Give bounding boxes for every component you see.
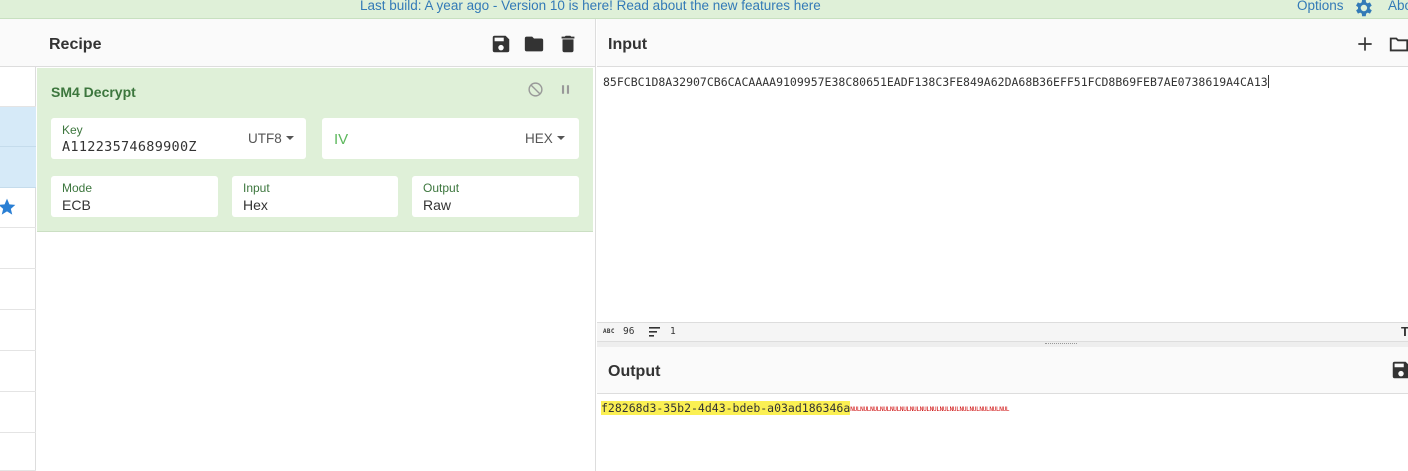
- operations-category-item[interactable]: [0, 228, 36, 269]
- mode-value: ECB: [62, 197, 91, 213]
- gear-icon[interactable]: [1352, 0, 1374, 19]
- output-text[interactable]: f28268d3-35b2-4d43-bdeb-a03ad186346aNULN…: [601, 401, 1010, 415]
- operations-category-item[interactable]: [0, 147, 36, 188]
- input-format-label: Input: [243, 181, 270, 195]
- input-format-value: Hex: [243, 197, 268, 213]
- folder-icon[interactable]: [523, 33, 545, 55]
- input-lines: 1: [670, 326, 676, 337]
- output-format-value: Raw: [423, 197, 452, 213]
- iv-encoding-dropdown[interactable]: HEX: [525, 131, 565, 146]
- about-link[interactable]: Abo: [1388, 0, 1408, 12]
- operations-category-item[interactable]: [0, 433, 36, 471]
- output-highlight: f28268d3-35b2-4d43-bdeb-a03ad186346a: [601, 401, 851, 415]
- input-pane: Input 85FCBC1D8A32907CB6CACAAAA9109957E3…: [597, 19, 1408, 322]
- output-nul-chars: NULNULNULNULNULNULNULNULNULNULNULNULNULN…: [850, 406, 1010, 413]
- output-format-label: Output: [423, 181, 460, 195]
- operations-favourites-item[interactable]: [0, 188, 36, 228]
- input-textarea[interactable]: 85FCBC1D8A32907CB6CACAAAA9109957E38C8065…: [603, 75, 1269, 89]
- font-icon[interactable]: T: [1401, 324, 1408, 339]
- output-format-select[interactable]: Output Raw: [412, 176, 579, 217]
- key-label: Key: [62, 123, 83, 137]
- recipe-title: Recipe: [49, 36, 102, 53]
- lines-icon: [649, 327, 660, 337]
- options-link[interactable]: Options: [1297, 0, 1344, 12]
- recipe-pane: Recipe SM4 Decrypt Key A11223574689900Z …: [36, 19, 596, 471]
- operation-title: SM4 Decrypt: [51, 84, 136, 100]
- sm4-decrypt-operation[interactable]: SM4 Decrypt Key A11223574689900Z UTF8 IV…: [37, 68, 593, 232]
- operations-header: [0, 19, 36, 67]
- mode-select[interactable]: Mode ECB: [51, 176, 218, 217]
- input-length: 96: [623, 326, 635, 337]
- iv-placeholder[interactable]: IV: [334, 131, 348, 148]
- operations-category-item[interactable]: [0, 310, 36, 351]
- recipe-header: Recipe: [36, 19, 595, 67]
- operations-list: [0, 19, 36, 471]
- length-icon: ABC: [603, 328, 615, 335]
- divider-grip[interactable]: [1045, 343, 1077, 345]
- key-field[interactable]: Key A11223574689900Z UTF8: [51, 118, 306, 159]
- output-title: Output: [608, 363, 661, 380]
- plus-icon[interactable]: [1355, 34, 1375, 54]
- output-header: Output: [597, 347, 1408, 394]
- trash-icon[interactable]: [557, 33, 579, 55]
- star-icon: [0, 198, 16, 215]
- operations-category-item[interactable]: [0, 269, 36, 310]
- operations-search[interactable]: [0, 67, 36, 107]
- key-value[interactable]: A11223574689900Z: [62, 139, 197, 155]
- disable-icon[interactable]: [527, 81, 544, 98]
- save-output-icon[interactable]: [1390, 359, 1408, 381]
- key-encoding-dropdown[interactable]: UTF8: [248, 131, 294, 146]
- banner-message-link[interactable]: Last build: A year ago - Version 10 is h…: [360, 0, 821, 12]
- output-pane: Output f28268d3-35b2-4d43-bdeb-a03ad1863…: [597, 347, 1408, 471]
- breakpoint-icon[interactable]: [557, 81, 574, 98]
- input-header: Input: [597, 19, 1408, 67]
- operations-category-item[interactable]: [0, 351, 36, 392]
- open-folder-icon[interactable]: [1388, 33, 1408, 55]
- mode-label: Mode: [62, 181, 93, 195]
- iv-field[interactable]: IV HEX: [322, 118, 579, 159]
- save-icon[interactable]: [490, 33, 512, 55]
- operations-category-item[interactable]: [0, 392, 36, 433]
- input-title: Input: [608, 36, 648, 53]
- input-format-select[interactable]: Input Hex: [232, 176, 398, 217]
- input-status-bar: ABC 96 1 T: [597, 322, 1408, 342]
- update-banner: Last build: A year ago - Version 10 is h…: [0, 0, 1408, 19]
- operations-category-item[interactable]: [0, 107, 36, 147]
